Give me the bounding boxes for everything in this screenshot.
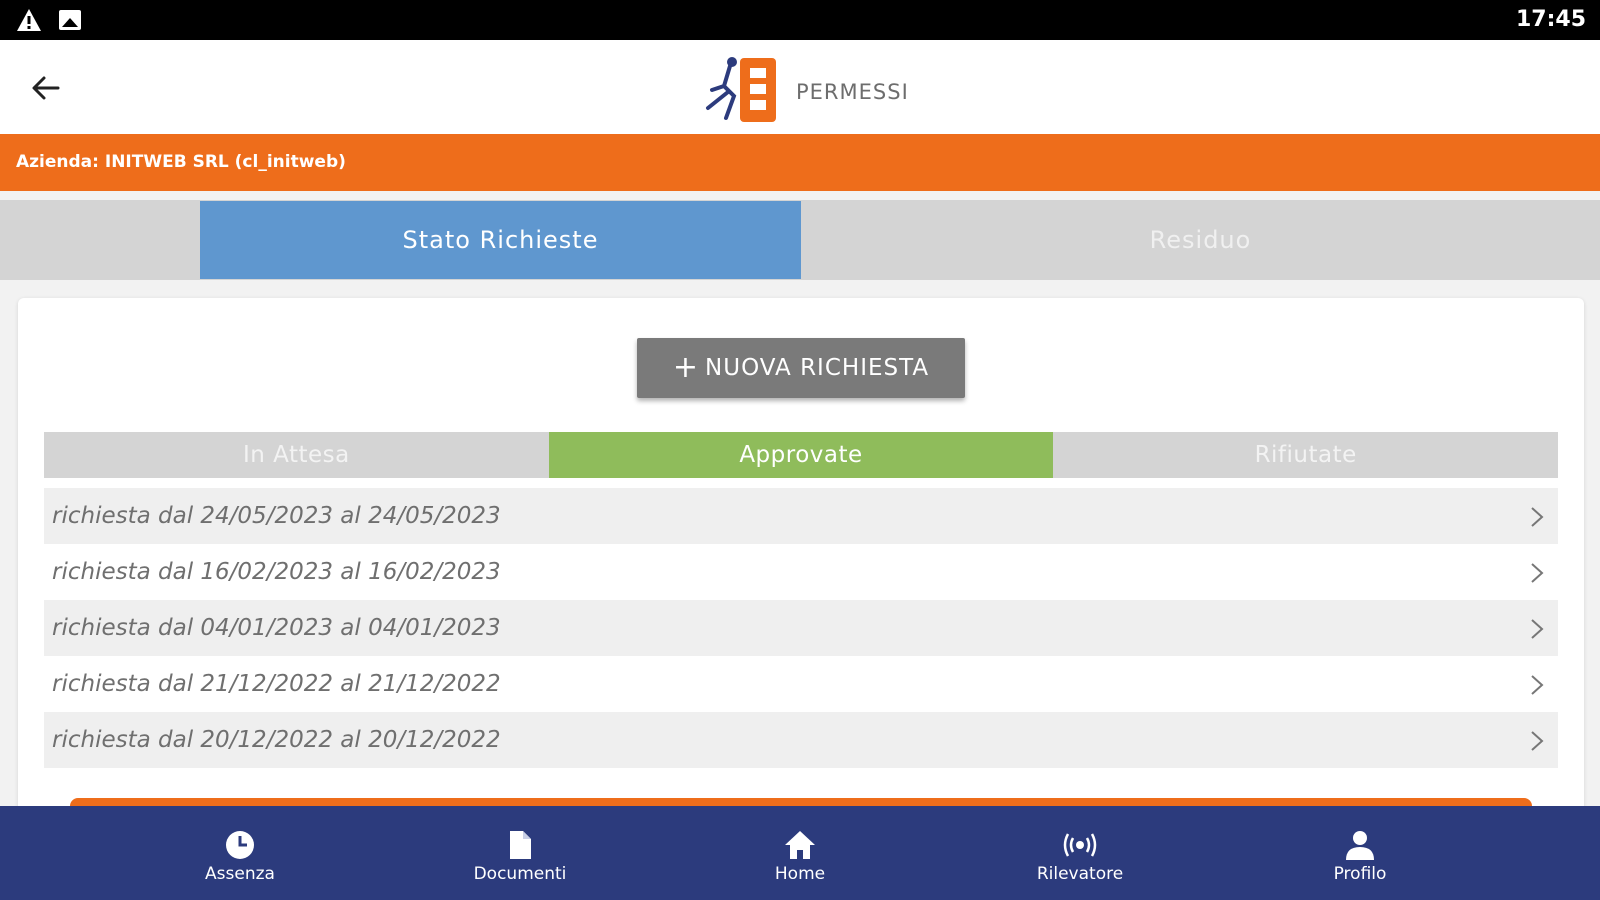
list-item[interactable]: richiesta dal 04/01/2023 al 04/01/2023 [44, 600, 1558, 656]
tab-rifiutate[interactable]: Rifiutate [1053, 432, 1558, 478]
tab-stato-richieste[interactable]: Stato Richieste [200, 201, 801, 279]
user-icon [1346, 831, 1374, 860]
clock-icon [226, 831, 254, 859]
nav-documenti[interactable]: Documenti [380, 806, 660, 900]
chevron-right-icon [1531, 675, 1544, 695]
tab-in-attesa[interactable]: In Attesa [44, 432, 549, 478]
request-label: richiesta dal 24/05/2023 al 24/05/2023 [52, 503, 501, 529]
back-arrow-icon[interactable] [28, 70, 64, 106]
nav-label: Home [774, 864, 826, 884]
document-icon [510, 831, 531, 859]
app-bar: PERMESSI [0, 40, 1600, 134]
list-item[interactable]: richiesta dal 20/12/2022 al 20/12/2022 [44, 712, 1558, 768]
request-label: richiesta dal 04/01/2023 al 04/01/2023 [52, 615, 501, 641]
company-banner: Azienda: INITWEB SRL (cl_initweb) [0, 134, 1600, 191]
image-notification-icon [59, 10, 81, 30]
warning-icon [17, 9, 41, 31]
main-tabs: Stato Richieste Residuo [0, 200, 1600, 280]
nav-label: Assenza [205, 864, 275, 884]
broadcast-icon [1063, 833, 1097, 857]
requests-card: + NUOVA RICHIESTA In Attesa Approvate Ri… [18, 298, 1584, 818]
list-item[interactable]: richiesta dal 16/02/2023 al 16/02/2023 [44, 544, 1558, 600]
request-label: richiesta dal 20/12/2022 al 20/12/2022 [52, 727, 501, 753]
tab-residuo[interactable]: Residuo [801, 201, 1600, 279]
chevron-right-icon [1531, 731, 1544, 751]
request-list: richiesta dal 24/05/2023 al 24/05/2023 r… [44, 488, 1558, 768]
nav-profilo[interactable]: Profilo [1220, 806, 1500, 900]
new-request-button[interactable]: + NUOVA RICHIESTA [637, 338, 965, 398]
nav-label: Documenti [473, 864, 567, 884]
nav-label: Rilevatore [1036, 864, 1124, 884]
status-time: 17:45 [1515, 7, 1586, 32]
nav-home[interactable]: Home [660, 806, 940, 900]
chevron-right-icon [1531, 563, 1544, 583]
tab-approvate[interactable]: Approvate [548, 432, 1054, 478]
chevron-right-icon [1531, 507, 1544, 527]
request-label: richiesta dal 21/12/2022 al 21/12/2022 [52, 671, 501, 697]
request-label: richiesta dal 16/02/2023 al 16/02/2023 [52, 559, 501, 585]
new-request-label: NUOVA RICHIESTA [705, 355, 930, 381]
nav-label: Profilo [1333, 864, 1387, 884]
bottom-nav: Assenza Documenti Home Rilevatore Profil… [0, 806, 1600, 900]
screen: 17:45 PERMESSI Azienda: INITWEB SRL (cl_… [0, 0, 1600, 900]
list-item[interactable]: richiesta dal 21/12/2022 al 21/12/2022 [44, 656, 1558, 712]
plus-icon: + [672, 350, 700, 385]
chevron-right-icon [1531, 619, 1544, 639]
app-logo-icon [706, 57, 776, 122]
status-bar: 17:45 [0, 0, 1600, 40]
nav-rilevatore[interactable]: Rilevatore [940, 806, 1220, 900]
list-item[interactable]: richiesta dal 24/05/2023 al 24/05/2023 [44, 488, 1558, 544]
home-icon [785, 831, 815, 859]
status-filter-tabs: In Attesa Approvate Rifiutate [44, 432, 1558, 478]
page-title: PERMESSI [796, 80, 909, 104]
nav-assenza[interactable]: Assenza [100, 806, 380, 900]
